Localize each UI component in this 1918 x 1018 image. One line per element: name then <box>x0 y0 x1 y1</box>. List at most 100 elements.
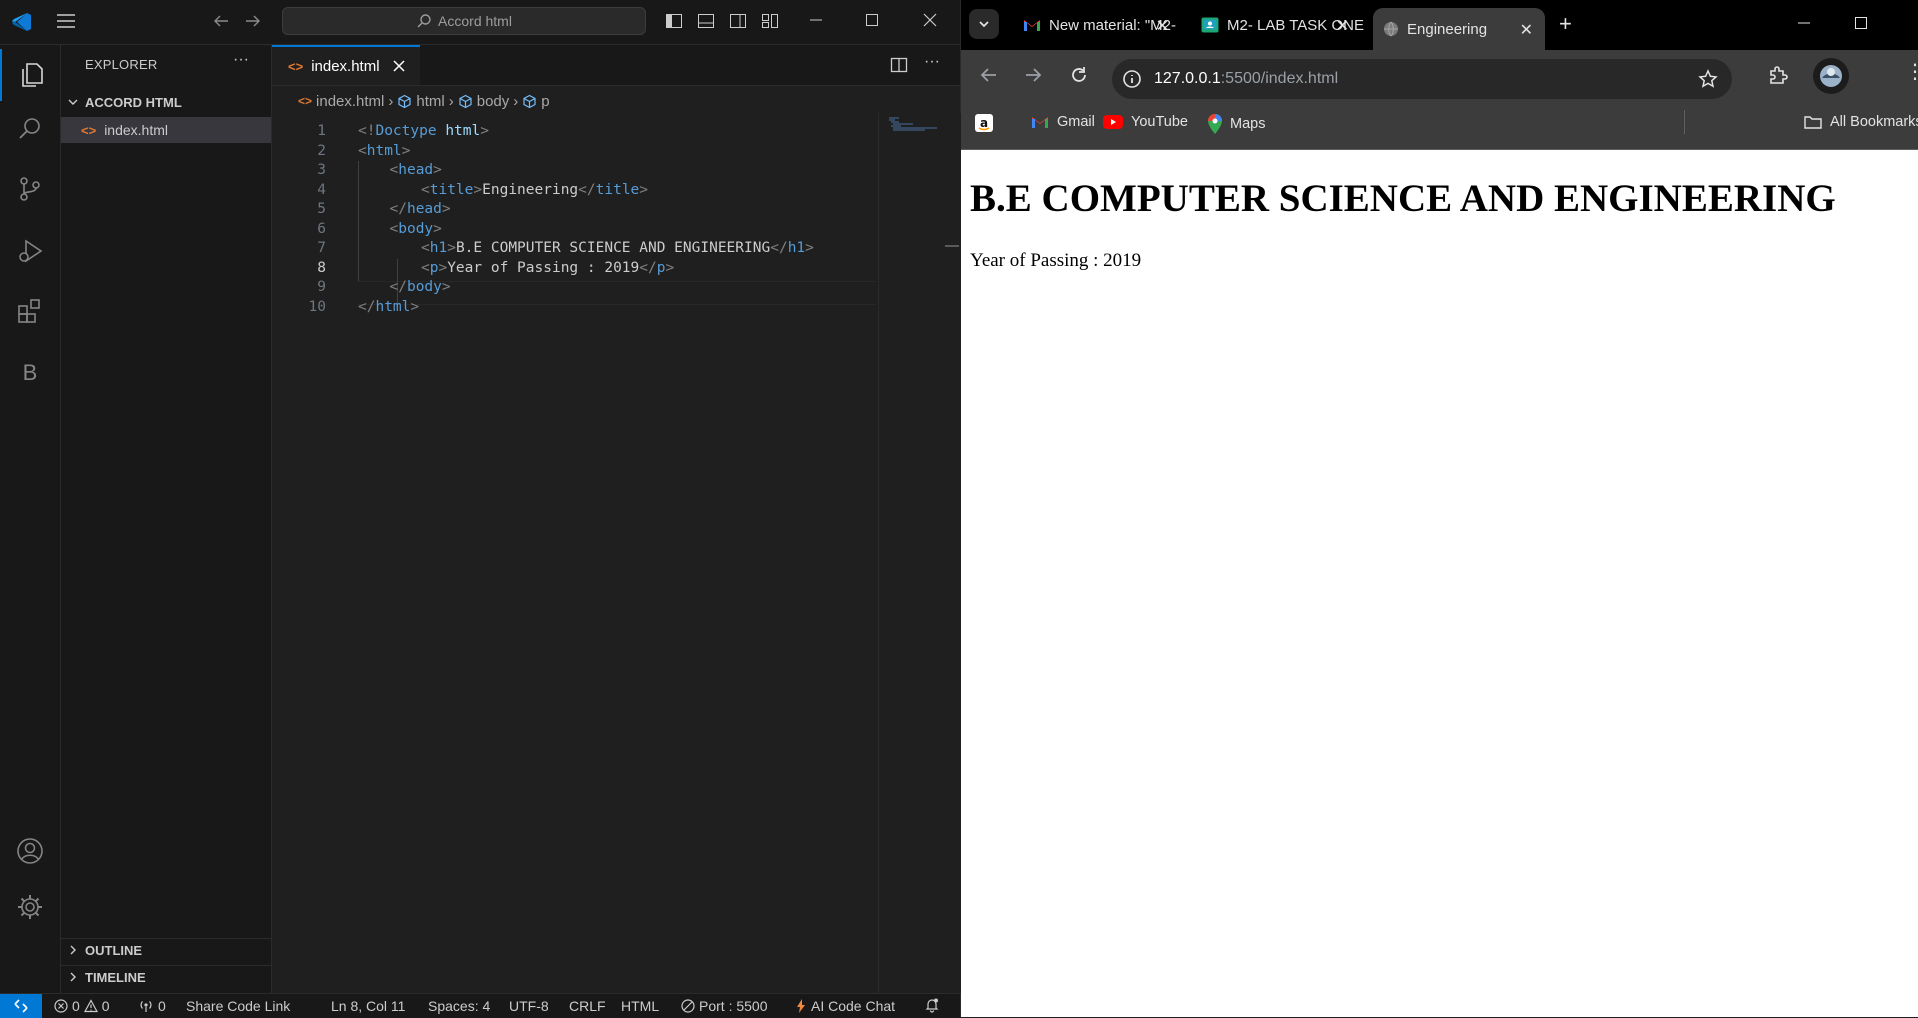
profile-avatar[interactable] <box>1813 58 1849 94</box>
broadcast-icon <box>138 999 154 1013</box>
run-debug-icon[interactable] <box>0 225 60 277</box>
maximize-icon[interactable] <box>864 12 880 28</box>
source-control-icon[interactable] <box>0 163 60 215</box>
menu-icon[interactable] <box>56 12 76 30</box>
ai-code-chat[interactable]: AI Code Chat <box>796 998 895 1014</box>
bookmark-star-icon[interactable] <box>1698 69 1718 89</box>
explorer-icon[interactable] <box>0 49 62 101</box>
share-code-link[interactable]: Share Code Link <box>186 998 290 1014</box>
outline-label: OUTLINE <box>85 942 143 958</box>
code-token: < <box>358 142 367 159</box>
code-token: B.E COMPUTER SCIENCE AND ENGINEERING <box>455 240 771 256</box>
activity-bar: B <box>0 45 61 993</box>
forward-arrow-icon[interactable] <box>1023 65 1043 85</box>
code-line: <title>Engineering</title> <box>421 182 648 198</box>
address-bar[interactable]: 127.0.0.1:5500/index.html <box>1112 59 1732 99</box>
breadcrumb-item-html[interactable]: html <box>416 93 444 110</box>
code-token: > <box>441 279 451 295</box>
remote-indicator-icon[interactable] <box>0 994 42 1018</box>
rendered-page-content: B.E COMPUTER SCIENCE AND ENGINEERING Yea… <box>961 150 1918 1017</box>
indentation[interactable]: Spaces: 4 <box>428 998 490 1014</box>
settings-gear-icon[interactable] <box>0 881 60 933</box>
bookmarks-divider <box>1684 110 1685 134</box>
chrome-tab-strip: New material: "M2- ✕ M2- LAB TASK ONE ✕ … <box>961 0 1918 50</box>
tab-close-icon[interactable]: ✕ <box>1520 20 1533 40</box>
all-bookmarks-button[interactable]: All Bookmarks <box>1804 114 1918 130</box>
outline-section[interactable]: OUTLINE <box>61 938 271 961</box>
tab-index-html[interactable]: <> index.html <box>272 45 420 85</box>
toggle-panel-icon[interactable] <box>697 12 715 30</box>
reload-icon[interactable] <box>1069 65 1089 85</box>
file-item-index-html[interactable]: <> index.html <box>61 117 271 143</box>
account-icon[interactable] <box>0 825 60 877</box>
split-editor-icon[interactable] <box>890 56 908 74</box>
ports-count: 0 <box>158 998 166 1014</box>
bookmark-label: Maps <box>1230 116 1266 132</box>
code-token: </ <box>578 181 596 198</box>
bookmark-amazon[interactable]: a <box>975 114 1001 132</box>
tab-search-chevron-icon[interactable] <box>969 9 999 39</box>
code-token: > <box>447 240 456 256</box>
search-icon[interactable] <box>0 103 60 155</box>
new-tab-plus-icon[interactable]: + <box>1559 13 1572 35</box>
page-heading: B.E COMPUTER SCIENCE AND ENGINEERING <box>970 177 1836 220</box>
chrome-tab-classroom[interactable]: M2- LAB TASK ONE ✕ <box>1191 8 1364 42</box>
folder-header[interactable]: ACCORD HTML <box>61 91 271 113</box>
page-paragraph: Year of Passing : 2019 <box>970 250 1142 271</box>
code-line: <head> <box>390 162 442 178</box>
more-actions-icon[interactable]: ··· <box>233 51 249 69</box>
chrome-menu-icon[interactable]: ⋮ <box>1905 62 1918 82</box>
live-server-port[interactable]: Port : 5500 <box>681 998 768 1014</box>
ai-chat-label: AI Code Chat <box>811 998 896 1014</box>
extensions-icon[interactable] <box>0 285 60 337</box>
code-token: > <box>665 259 675 276</box>
problems-indicator[interactable]: 0 0 <box>54 998 110 1014</box>
tab-close-icon[interactable]: ✕ <box>1156 16 1169 36</box>
code-token: < <box>389 162 399 178</box>
code-token: < <box>421 181 430 198</box>
code-token: </ <box>389 279 407 295</box>
breadcrumb-item-file[interactable]: index.html <box>316 93 384 110</box>
b-extension-icon[interactable]: B <box>0 347 60 399</box>
cursor-position[interactable]: Ln 8, Col 11 <box>331 998 405 1014</box>
notifications-bell-icon[interactable] <box>924 997 940 1013</box>
chrome-tab-gmail[interactable]: New material: "M2- ✕ <box>1013 8 1181 42</box>
close-icon[interactable] <box>922 12 938 28</box>
timeline-section[interactable]: TIMELINE <box>61 965 271 988</box>
code-editor[interactable]: 1 <!Doctype html> 2 <html> 3 <head> 4 <title>En… <box>272 113 878 993</box>
encoding[interactable]: UTF-8 <box>509 998 549 1014</box>
customize-layout-icon[interactable] <box>761 12 779 30</box>
extensions-puzzle-icon[interactable] <box>1767 64 1789 86</box>
bookmarks-bar: a Gmail YouTube Maps All Bookmarks <box>961 100 1918 150</box>
toggle-sidebar-icon[interactable] <box>665 12 683 30</box>
bookmark-youtube[interactable]: YouTube <box>1103 114 1188 130</box>
tab-close-icon[interactable] <box>392 59 406 73</box>
tab-close-icon[interactable]: ✕ <box>1336 16 1349 36</box>
all-bookmarks-label: All Bookmarks <box>1830 114 1918 130</box>
minimize-icon[interactable] <box>808 12 824 28</box>
html-file-icon: <> <box>81 122 97 138</box>
status-bar: 0 0 0 Share Code Link Ln 8, Col 11 Space… <box>0 993 960 1018</box>
breadcrumb-item-p[interactable]: p <box>541 93 549 110</box>
forward-arrow-icon[interactable] <box>244 12 262 30</box>
bookmark-maps[interactable]: Maps <box>1208 114 1265 134</box>
maximize-icon[interactable] <box>1854 16 1868 30</box>
minimap[interactable] <box>878 113 961 993</box>
bookmark-gmail[interactable]: Gmail <box>1031 114 1095 130</box>
search-icon <box>416 13 432 29</box>
classroom-icon <box>1201 17 1219 33</box>
toggle-secondary-sidebar-icon[interactable] <box>729 12 747 30</box>
command-center-search[interactable]: Accord html <box>282 7 646 35</box>
ports-indicator[interactable]: 0 <box>138 998 166 1014</box>
back-arrow-icon[interactable] <box>979 65 999 85</box>
back-arrow-icon[interactable] <box>212 12 230 30</box>
site-info-icon[interactable] <box>1122 69 1142 89</box>
minimize-icon[interactable] <box>1797 16 1811 30</box>
indent-guide <box>358 161 359 281</box>
end-of-line[interactable]: CRLF <box>569 998 606 1014</box>
editor-more-actions-icon[interactable]: ··· <box>924 53 940 71</box>
chrome-tab-engineering[interactable]: Engineering ✕ <box>1373 8 1545 50</box>
language-mode[interactable]: HTML <box>621 998 659 1014</box>
breadcrumb-item-body[interactable]: body <box>477 93 510 110</box>
amazon-icon: a <box>975 114 993 132</box>
